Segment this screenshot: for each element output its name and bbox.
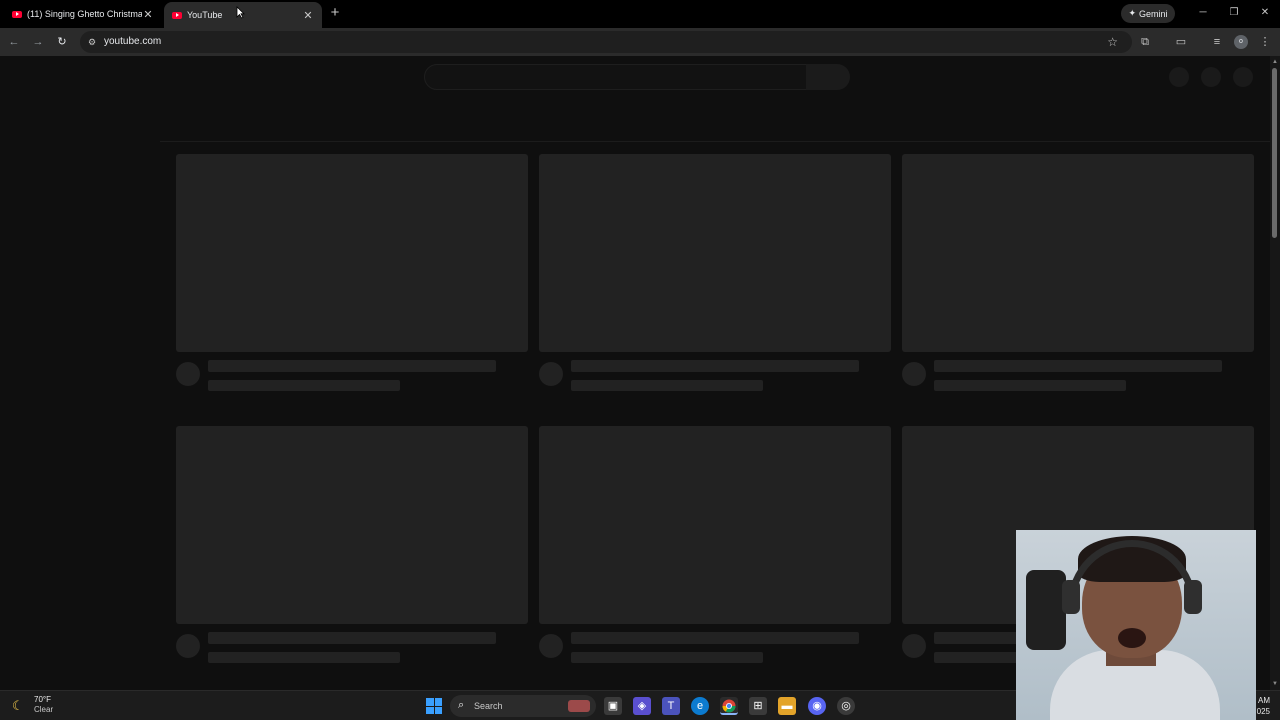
meta-skeleton [571,380,763,391]
channel-avatar-skeleton [539,362,563,386]
title-skeleton [571,360,859,372]
bookmark-star-icon[interactable]: ☆ [1107,35,1118,49]
title-skeleton [571,632,859,644]
gemini-sparkle-icon: ✦ [1128,8,1137,18]
start-icon[interactable] [426,698,442,714]
video-card-skeleton [176,154,528,391]
meta-skeleton [208,652,400,663]
scroll-thumb[interactable] [1272,68,1277,238]
search-highlight-icon [568,700,590,712]
close-tab-icon[interactable]: ✕ [142,8,154,21]
tab-singing-ghetto-christmas[interactable]: (11) Singing Ghetto Christmas C ✕ [4,2,162,26]
cast-icon[interactable]: ▭ [1173,34,1189,50]
gemini-label: Gemini [1139,8,1168,19]
webcam-overlay [1016,530,1256,720]
channel-avatar-skeleton [176,362,200,386]
site-info-icon[interactable]: ⚙ [86,36,98,48]
title-skeleton [934,360,1222,372]
forward-icon[interactable]: → [30,34,46,50]
address-bar[interactable]: ⚙ youtube.com ☆ [80,31,1132,53]
thumbnail-skeleton [176,154,528,352]
search-label: Search [474,701,503,711]
moon-icon[interactable]: ☾ [12,698,24,714]
channel-avatar-skeleton [539,634,563,658]
weather-condition[interactable]: Clear [34,705,53,714]
media-controls-icon[interactable]: ≡ [1209,34,1225,50]
edge-icon[interactable]: e [691,697,709,715]
title-skeleton [208,632,496,644]
tab-strip: (11) Singing Ghetto Christmas C ✕ YouTub… [0,0,1280,28]
header-icon-skeleton [1201,67,1221,87]
back-icon[interactable]: ← [6,34,22,50]
thumbnail-skeleton [539,154,891,352]
video-card-skeleton [539,154,891,391]
channel-avatar-skeleton [902,362,926,386]
new-tab-button[interactable]: + [326,4,344,22]
discord-icon[interactable]: ◉ [808,697,826,715]
extensions-icon[interactable]: ⧉ [1137,34,1153,50]
meta-skeleton [934,380,1126,391]
task-view-icon[interactable]: ▣ [604,697,622,715]
reload-icon[interactable]: ↻ [54,34,70,50]
video-card-skeleton [902,154,1254,391]
profile-avatar[interactable]: o [1234,35,1248,49]
meta-skeleton [208,380,400,391]
browser-toolbar: ← → ↻ ⚙ youtube.com ☆ ⧉ ▭ ≡ ⋮ [0,28,1280,56]
headset-earcup-right [1184,580,1202,614]
taskbar-search[interactable]: ⌕ Search [450,695,596,717]
close-tab-icon[interactable]: ✕ [302,9,314,22]
search-icon: ⌕ [458,699,465,711]
search-skeleton [424,64,808,90]
header-icon-skeleton [1169,67,1189,87]
headset-earcup-left [1062,580,1080,614]
scroll-up-icon[interactable]: ▲ [1271,58,1279,66]
weather-temp[interactable]: 70°F [34,695,51,704]
scroll-down-icon[interactable]: ▼ [1271,680,1279,688]
teams-icon[interactable]: T [662,697,680,715]
chrome-icon[interactable] [720,697,738,715]
search-button-skeleton [806,64,850,90]
title-skeleton [208,360,496,372]
video-card-skeleton [539,426,891,663]
restore-icon[interactable]: ❐ [1226,6,1242,20]
close-icon[interactable]: ✕ [1257,6,1273,20]
youtube-favicon-icon [172,11,182,19]
avatar-skeleton [1233,67,1253,87]
meta-skeleton [571,652,763,663]
channel-avatar-skeleton [176,634,200,658]
thumbnail-skeleton [902,154,1254,352]
youtube-favicon-icon [12,10,22,18]
page-scrollbar[interactable]: ▲ ▼ [1270,56,1280,690]
minimize-icon[interactable]: ─ [1195,6,1211,20]
thumbnail-skeleton [539,426,891,624]
video-card-skeleton [176,426,528,663]
store-icon[interactable]: ⊞ [749,697,767,715]
chrome-menu-icon[interactable]: ⋮ [1257,34,1273,50]
mouse-cursor-icon [236,6,245,19]
webcam-chair [1026,570,1066,650]
webcam-mouth [1118,628,1146,648]
thumbnail-skeleton [176,426,528,624]
file-explorer-icon[interactable]: ▬ [778,697,796,715]
url-text: youtube.com [104,36,162,47]
channel-avatar-skeleton [902,634,926,658]
tab-title: (11) Singing Ghetto Christmas C [27,9,142,19]
chrome-logo-icon [722,699,736,713]
gemini-button[interactable]: ✦ Gemini [1121,4,1175,23]
obs-icon[interactable]: ◎ [837,697,855,715]
chip-bar-skeleton [160,96,1270,142]
copilot-icon[interactable]: ◈ [633,697,651,715]
